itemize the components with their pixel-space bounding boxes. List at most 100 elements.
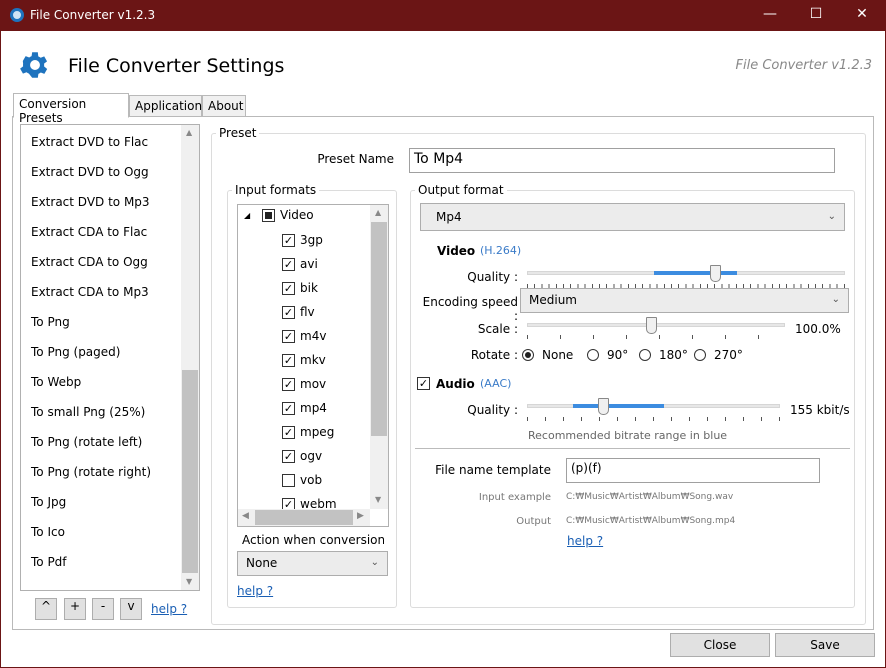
scrollbar-thumb[interactable] — [255, 510, 353, 525]
app-icon — [10, 8, 24, 22]
action-select[interactable]: None ⌄ — [237, 551, 388, 576]
scroll-left-icon[interactable]: ◀ — [242, 511, 249, 521]
tree-hscrollbar[interactable]: ◀ ▶ — [238, 509, 370, 526]
format-label: mp4 — [300, 401, 327, 415]
preset-name-input[interactable]: To Mp4 — [409, 148, 835, 173]
rotate-radio[interactable] — [522, 349, 534, 361]
encoding-speed-value: Medium — [529, 293, 577, 307]
preset-list-item[interactable]: To Png (rotate right) — [31, 465, 151, 479]
preset-list[interactable]: Extract DVD to Flac Extract DVD to Ogg Ext… — [20, 124, 200, 591]
tab-application[interactable]: Application — [129, 95, 202, 117]
preset-list-item[interactable]: To Webp — [31, 375, 81, 389]
audio-quality-slider[interactable] — [527, 397, 780, 423]
format-label: mov — [300, 377, 327, 391]
format-checkbox[interactable]: ✓ — [282, 234, 295, 247]
slider-thumb[interactable] — [646, 317, 657, 334]
window-title: File Converter v1.2.3 — [30, 8, 156, 22]
chevron-down-icon: ⌄ — [827, 211, 836, 222]
preset-list-item[interactable]: To small Png (25%) — [31, 405, 145, 419]
rotate-option-label: 90° — [607, 348, 629, 362]
format-checkbox[interactable] — [282, 474, 295, 487]
input-formats-tree[interactable]: ◢ Video ✓ 3gp ✓ avi ✓ bik ✓ flv ✓ m4v ✓ mkv ✓ mov ✓ mp4… — [237, 204, 389, 527]
add-preset-button[interactable]: + — [64, 598, 86, 620]
preset-list-item[interactable]: To Png (paged) — [31, 345, 120, 359]
format-checkbox[interactable]: ✓ — [282, 330, 295, 343]
preset-list-item[interactable]: To Jpg — [31, 495, 66, 509]
encoding-speed-label: Encoding speed : — [422, 295, 518, 323]
minimize-button[interactable]: — — [760, 6, 780, 22]
preset-list-item[interactable]: Extract DVD to Mp3 — [31, 195, 150, 209]
audio-bitrate-value: 155 kbit/s — [790, 403, 850, 417]
format-checkbox[interactable]: ✓ — [282, 282, 295, 295]
scroll-down-icon[interactable]: ▼ — [186, 577, 192, 586]
scroll-up-icon[interactable]: ▲ — [375, 208, 381, 217]
output-format-select[interactable]: Mp4 ⌄ — [420, 203, 845, 231]
tab-conversion-presets[interactable]: Conversion Presets — [13, 93, 129, 125]
encoding-speed-select[interactable]: Medium ⌄ — [520, 288, 849, 313]
preset-list-scrollbar[interactable]: ▲ ▼ — [181, 125, 199, 590]
preset-list-item[interactable]: Extract DVD to Ogg — [31, 165, 149, 179]
input-help-link[interactable]: help ? — [237, 584, 273, 598]
format-checkbox[interactable]: ✓ — [282, 306, 295, 319]
scale-slider[interactable] — [527, 316, 785, 342]
scrollbar-thumb[interactable] — [371, 222, 387, 436]
preset-list-item[interactable]: To Ico — [31, 525, 65, 539]
scroll-down-icon[interactable]: ▼ — [375, 495, 381, 504]
slider-thumb[interactable] — [597, 398, 609, 415]
slider-thumb[interactable] — [709, 265, 721, 282]
rotate-radio[interactable] — [587, 349, 599, 361]
preset-list-item[interactable]: Extract CDA to Mp3 — [31, 285, 149, 299]
tab-about[interactable]: About — [202, 95, 246, 117]
recommended-range — [654, 271, 737, 275]
video-quality-slider[interactable] — [527, 264, 845, 290]
audio-checkbox[interactable]: ✓ — [417, 377, 430, 390]
maximize-button[interactable]: ☐ — [806, 6, 826, 22]
move-up-button[interactable]: ^ — [35, 598, 57, 620]
move-down-button[interactable]: v — [120, 598, 142, 620]
template-input[interactable]: (p)(f) — [566, 458, 820, 483]
format-checkbox[interactable]: ✓ — [282, 402, 295, 415]
format-checkbox[interactable]: ✓ — [282, 426, 295, 439]
video-tristate-checkbox[interactable] — [262, 209, 275, 222]
scrollbar-thumb[interactable] — [182, 370, 198, 573]
tree-vscrollbar[interactable]: ▲ ▼ — [370, 205, 388, 509]
scroll-right-icon[interactable]: ▶ — [357, 511, 364, 521]
format-label: ogv — [300, 449, 323, 463]
audio-codec: (AAC) — [480, 377, 512, 390]
title-bar: File Converter v1.2.3 — ☐ ✕ — [0, 0, 886, 31]
format-checkbox[interactable]: ✓ — [282, 378, 295, 391]
output-example-value: C:₩Music₩Artist₩Album₩Song.mp4 — [566, 516, 736, 526]
preset-list-item[interactable]: Extract CDA to Flac — [31, 225, 147, 239]
format-label: flv — [300, 305, 315, 319]
video-section-label: Video — [437, 244, 476, 258]
template-label: File name template — [435, 463, 551, 477]
scroll-up-icon[interactable]: ▲ — [186, 128, 192, 137]
format-checkbox[interactable]: ✓ — [282, 354, 295, 367]
close-button[interactable]: Close — [670, 633, 770, 657]
rotate-radio[interactable] — [694, 349, 706, 361]
bitrate-hint: Recommended bitrate range in blue — [528, 429, 728, 442]
presets-help-link[interactable]: help ? — [151, 602, 187, 616]
preset-list-item[interactable]: To Png — [31, 315, 70, 329]
format-label: vob — [300, 473, 323, 487]
rotate-radio[interactable] — [639, 349, 651, 361]
format-checkbox[interactable]: ✓ — [282, 450, 295, 463]
format-checkbox[interactable]: ✓ — [282, 258, 295, 271]
format-label: bik — [300, 281, 318, 295]
version-label: File Converter v1.2.3 — [735, 58, 872, 73]
remove-preset-button[interactable]: - — [92, 598, 114, 620]
collapse-icon[interactable]: ◢ — [244, 211, 250, 220]
preset-list-item[interactable]: To Png (rotate left) — [31, 435, 142, 449]
action-value: None — [246, 556, 278, 570]
input-example-value: C:₩Music₩Artist₩Album₩Song.wav — [566, 492, 734, 502]
format-label: 3gp — [300, 233, 323, 247]
preset-list-item[interactable]: Extract CDA to Ogg — [31, 255, 148, 269]
template-help-link[interactable]: help ? — [567, 534, 603, 548]
close-window-button[interactable]: ✕ — [852, 6, 872, 22]
preset-list-item[interactable]: Extract DVD to Flac — [31, 135, 148, 149]
save-button[interactable]: Save — [775, 633, 875, 657]
preset-list-item[interactable]: To Pdf — [31, 555, 67, 569]
audio-quality-label: Quality : — [467, 403, 518, 417]
input-formats-label: Input formats — [232, 183, 320, 197]
gear-icon — [20, 52, 48, 78]
